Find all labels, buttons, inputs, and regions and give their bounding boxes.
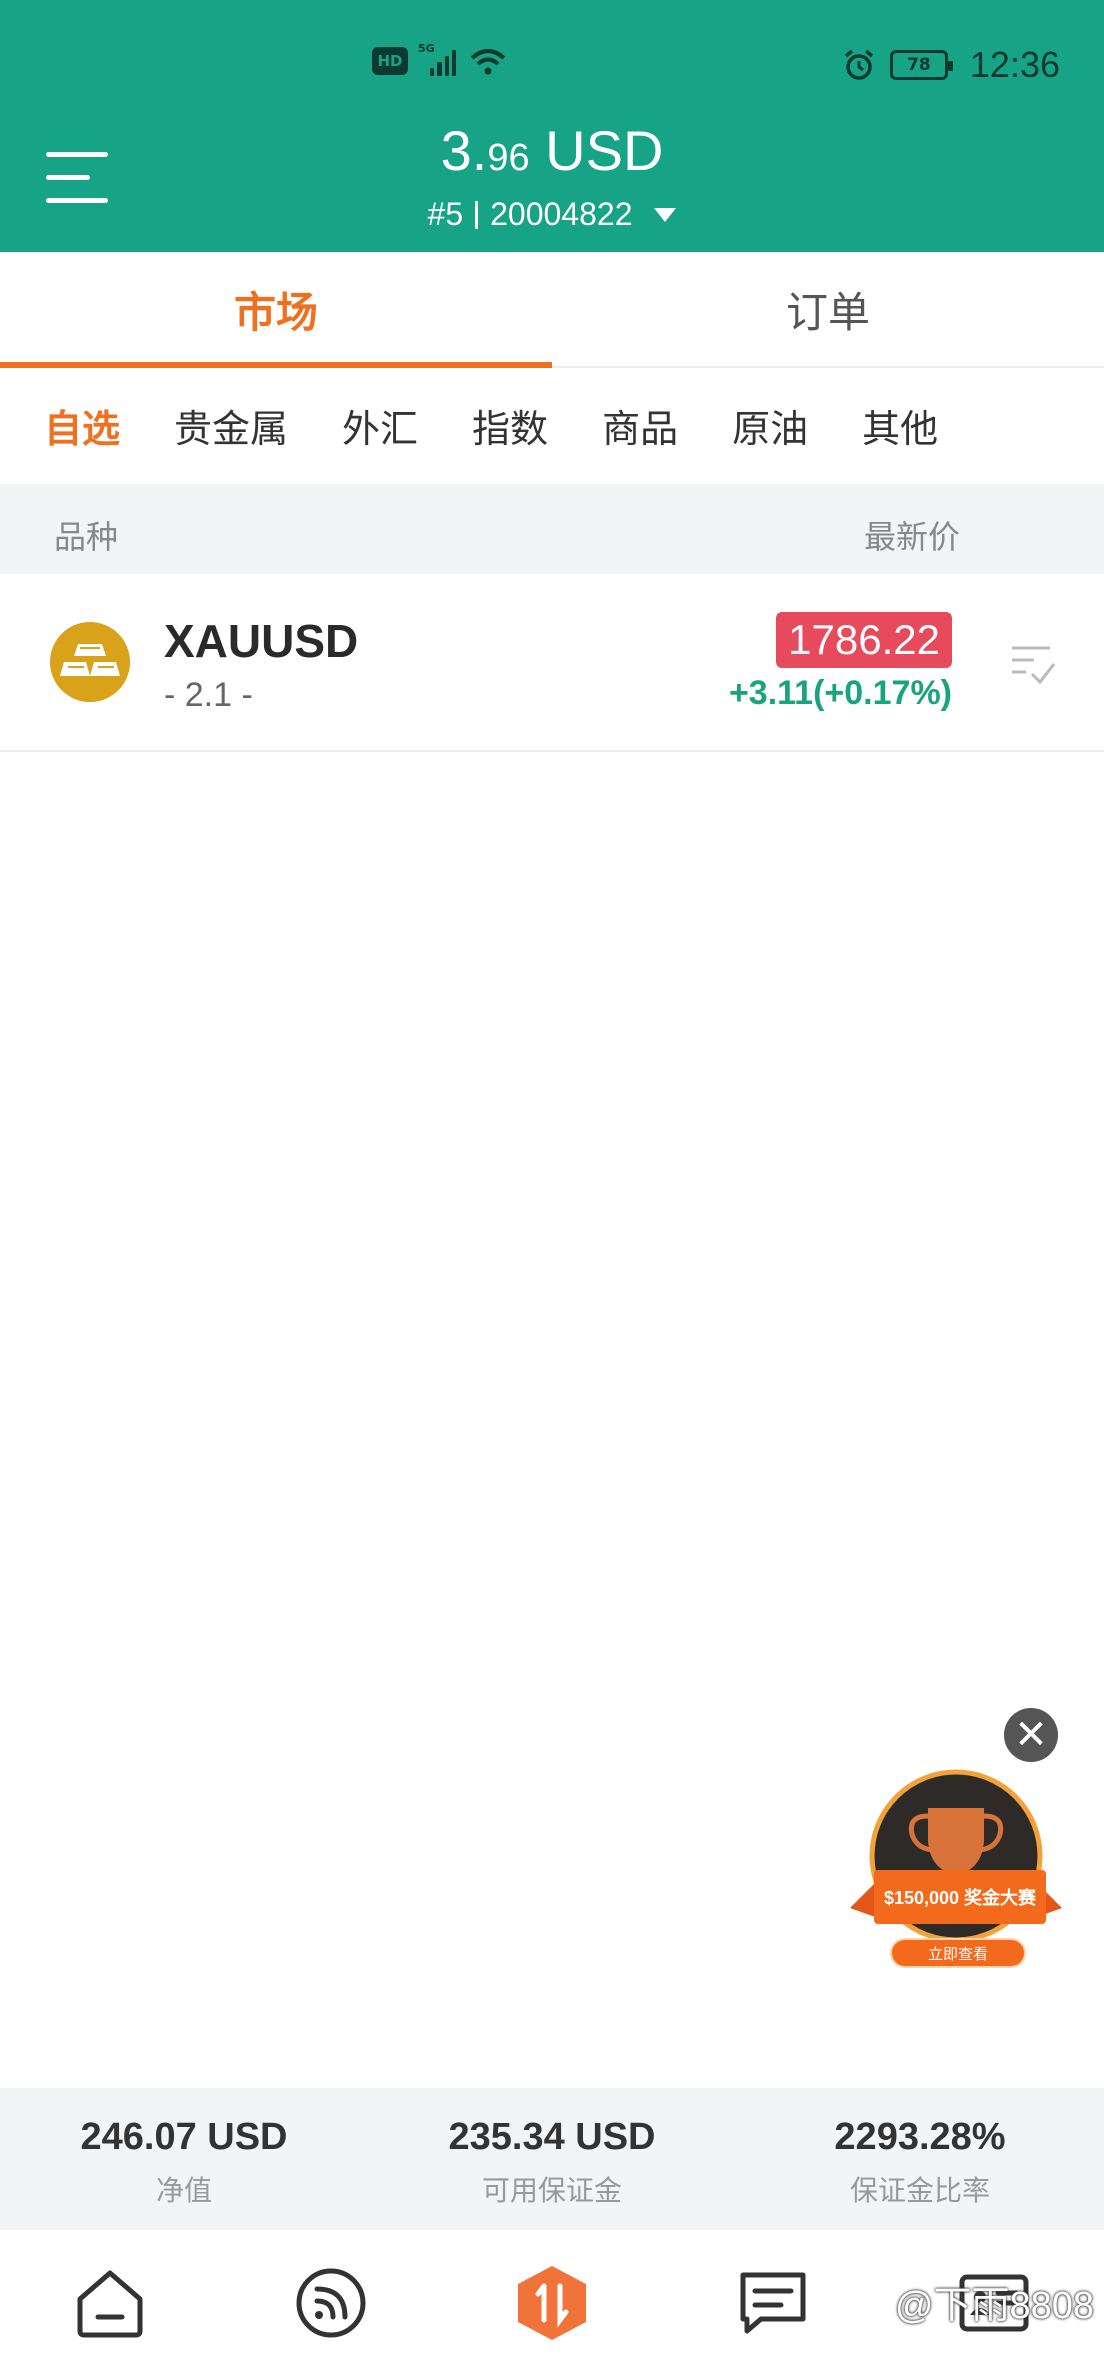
promo-view-button[interactable]: 立即查看 <box>890 1938 1026 1968</box>
message-icon <box>740 2272 806 2334</box>
nav-trade[interactable] <box>510 2261 594 2345</box>
category-tab-crude-oil[interactable]: 原油 <box>732 398 808 453</box>
equity-value: 246.07 USD <box>80 2116 288 2158</box>
status-bar: HD 5G 78 12:36 <box>0 40 1104 96</box>
trade-list-icon[interactable] <box>1010 640 1056 686</box>
balance-currency: USD <box>545 119 664 182</box>
watermark: @下雨8808 <box>894 2285 1094 2327</box>
tab-market[interactable]: 市场 <box>0 252 552 368</box>
hd-indicator: HD <box>372 47 408 75</box>
category-tab-precious-metals[interactable]: 贵金属 <box>174 398 288 453</box>
battery-icon: 78 <box>889 50 953 80</box>
alarm-icon <box>844 49 874 80</box>
nav-feed[interactable] <box>289 2261 373 2345</box>
list-item[interactable]: XAUUSD - 2.1 - 1786.22 +3.11(+0.17%) <box>0 574 1104 752</box>
balance-decimal: 96 <box>487 137 530 179</box>
column-latest-price: 最新价 <box>863 518 960 556</box>
account-id: 20004822 <box>490 196 633 232</box>
promo-close-button[interactable]: ✕ <box>1004 1708 1058 1762</box>
summary-free-margin: 235.34 USD 可用保证金 <box>368 2088 736 2230</box>
cell-signal-icon: 5G <box>418 42 456 76</box>
margin-level-label: 保证金比率 <box>849 2174 990 2207</box>
gold-bars-icon <box>50 622 130 702</box>
margin-level-value: 2293.28% <box>834 2116 1006 2158</box>
account-rank: #5 <box>427 196 464 232</box>
nav-home[interactable] <box>68 2261 152 2345</box>
category-tabs: 自选 贵金属 外汇 指数 商品 原油 其他 <box>44 398 992 453</box>
category-tab-other[interactable]: 其他 <box>862 398 938 453</box>
network-indicators: HD 5G <box>372 42 508 76</box>
equity-label: 净值 <box>155 2174 212 2207</box>
balance-integer: 3. <box>440 119 488 182</box>
list-column-header: 品种 最新价 <box>0 484 1104 574</box>
free-margin-value: 235.34 USD <box>448 2116 656 2158</box>
category-tab-forex[interactable]: 外汇 <box>342 398 418 453</box>
tab-orders[interactable]: 订单 <box>552 252 1104 366</box>
wifi-icon <box>470 49 506 75</box>
promo-ribbon: $150,000 奖金大赛 <box>874 1870 1046 1924</box>
free-margin-label: 可用保证金 <box>481 2174 622 2207</box>
home-icon <box>77 2270 143 2338</box>
column-instrument: 品种 <box>54 518 119 556</box>
summary-margin-level: 2293.28% 保证金比率 <box>736 2088 1104 2230</box>
status-right: 78 12:36 <box>842 44 1060 86</box>
nav-messages[interactable] <box>731 2261 815 2345</box>
category-tab-indices[interactable]: 指数 <box>472 398 548 453</box>
account-balance: 3.96 USD <box>0 118 1104 183</box>
category-tab-watchlist[interactable]: 自选 <box>44 398 120 453</box>
clock: 12:36 <box>969 44 1060 85</box>
trade-icon <box>517 2266 586 2340</box>
instrument-symbol: XAUUSD <box>164 615 359 667</box>
category-tab-commodities[interactable]: 商品 <box>602 398 678 453</box>
feed-icon <box>296 2268 366 2338</box>
5g-indicator: 5G <box>418 42 435 55</box>
instrument-change: +3.11(+0.17%) <box>728 674 952 712</box>
promo-badge[interactable]: $150,000 奖金大赛 立即查看 <box>848 1768 1064 1974</box>
summary-equity: 246.07 USD 净值 <box>0 2088 368 2230</box>
account-separator <box>475 200 479 229</box>
caret-down-icon <box>654 207 677 222</box>
instrument-spread: - 2.1 - <box>164 676 253 714</box>
account-summary: 246.07 USD 净值 235.34 USD 可用保证金 2293.28% … <box>0 2088 1104 2230</box>
main-tabs: 市场 订单 <box>0 252 1104 368</box>
instrument-price: 1786.22 <box>776 612 952 668</box>
account-selector[interactable]: #5 20004822 <box>0 196 1104 233</box>
app-header: HD 5G 78 12:36 3.96 USD #5 20004822 <box>0 0 1104 252</box>
